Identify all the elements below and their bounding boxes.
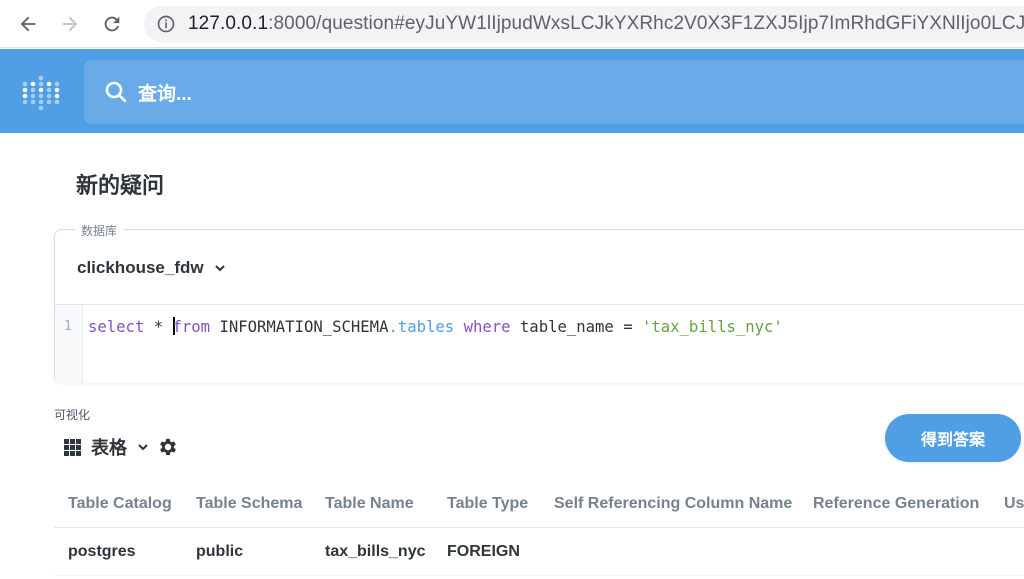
address-bar[interactable]: 127.0.0.1:8000/question#eyJuYW1lIjpudWxs… (144, 6, 1024, 42)
sql-keyword: where (463, 318, 511, 336)
forward-button[interactable] (56, 10, 84, 38)
column-header[interactable]: Table Schema (196, 480, 302, 528)
reload-button[interactable] (98, 10, 126, 38)
sql-keyword: select (88, 318, 145, 336)
sql-token: INFORMATION_SCHEMA (219, 318, 389, 336)
table-row: postgres public tax_bills_nyc FOREIGN (54, 528, 1024, 576)
database-label: 数据库 (75, 222, 124, 239)
get-answer-button[interactable]: 得到答案 (885, 414, 1021, 462)
database-picker[interactable]: clickhouse_fdw (77, 258, 226, 278)
url-host: 127.0.0.1 (188, 13, 269, 34)
results-table: Table Catalog Table Schema Table Name Table… (54, 480, 1024, 576)
database-name: clickhouse_fdw (77, 258, 204, 277)
app-navbar: 查询... (0, 49, 1024, 133)
sql-token: = (623, 318, 633, 336)
url-text: 127.0.0.1:8000/question#eyJuYW1lIjpudWxs… (188, 13, 1024, 35)
search-icon (105, 81, 127, 103)
column-header[interactable]: Table Name (325, 480, 414, 528)
sql-property: .tables (388, 318, 455, 336)
sql-string: 'tax_bills_nyc' (641, 318, 783, 336)
chevron-down-icon (214, 265, 225, 272)
table-cell: postgres (68, 543, 136, 560)
column-header[interactable]: Table Catalog (68, 480, 172, 528)
back-button[interactable] (14, 10, 42, 38)
visualization-type: 表格 (91, 438, 127, 458)
reload-icon (104, 16, 120, 32)
sql-keyword: from (172, 318, 211, 336)
column-header[interactable]: Us (1004, 480, 1024, 528)
visualization-picker[interactable]: 表格 (64, 434, 179, 460)
search-placeholder: 查询... (138, 83, 192, 105)
table-cell: tax_bills_nyc (325, 543, 426, 560)
sql-token: table_name (519, 318, 614, 336)
column-header[interactable]: Table Type (447, 480, 528, 528)
arrow-left-icon (20, 16, 36, 32)
line-number: 1 (64, 319, 72, 334)
browser-toolbar: 127.0.0.1:8000/question#eyJuYW1lIjpudWxs… (0, 0, 1024, 48)
editor-gutter: 1 (55, 305, 83, 384)
arrow-right-icon (62, 16, 78, 32)
sql-token: * (153, 318, 164, 336)
sql-query-text[interactable]: select * from INFORMATION_SCHEMA.tables … (88, 317, 783, 336)
column-header[interactable]: Self Referencing Column Name (554, 480, 792, 528)
page-title: 新的疑问 (76, 173, 165, 198)
sql-editor[interactable]: 1 select * from INFORMATION_SCHEMA.table… (55, 304, 1024, 384)
search-bar[interactable]: 查询... (84, 60, 1024, 124)
gear-icon[interactable] (157, 436, 179, 458)
visualization-label: 可视化 (54, 408, 91, 422)
table-header-row: Table Catalog Table Schema Table Name Table… (54, 480, 1024, 528)
table-grid-icon (64, 438, 81, 456)
chevron-down-icon (138, 444, 148, 451)
url-path: :8000/question#eyJuYW1lIjpudWxsLCJkYXRhc… (268, 13, 1024, 34)
table-cell: FOREIGN (447, 543, 520, 560)
info-icon[interactable] (156, 14, 176, 34)
query-panel: 数据库 clickhouse_fdw 1 select * from INFOR… (54, 222, 1024, 384)
table-cell: public (196, 543, 244, 560)
column-header[interactable]: Reference Generation (813, 480, 979, 528)
metabase-logo-icon[interactable] (22, 70, 60, 110)
table-body: postgres public tax_bills_nyc FOREIGN (54, 528, 1024, 576)
